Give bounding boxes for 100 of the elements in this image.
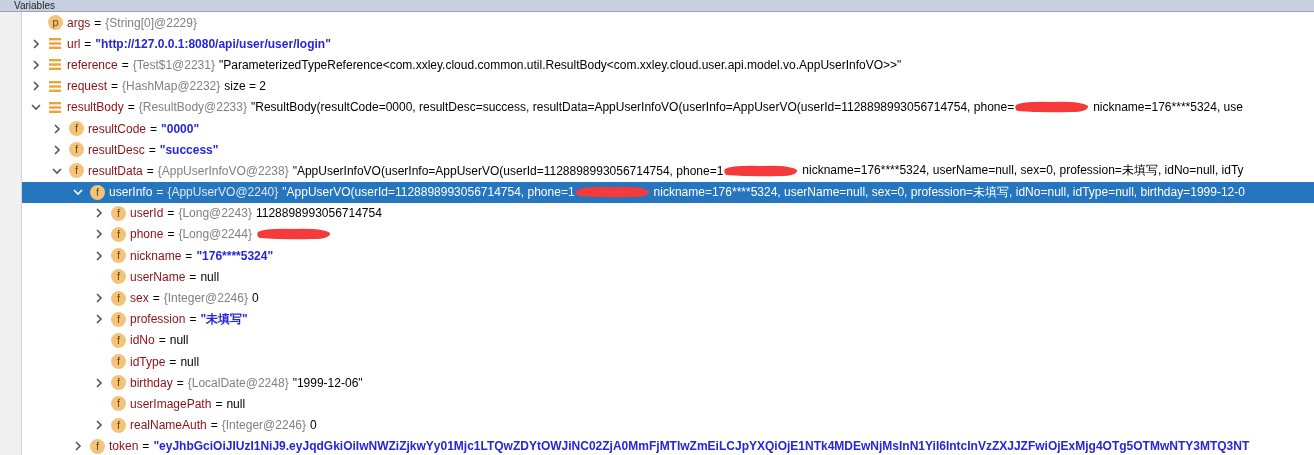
variable-value: "0000" [161, 121, 200, 136]
field-badge-icon: f [90, 438, 105, 454]
variable-row[interactable]: f userInfo = {AppUserVO@2240} "AppUserVO(userId=1128898993056714754, phone=1 nickname=176****5324, userName=null, sex=0, profession=未填写, idNo=null, idType=null, birthday=1999-12-0 [22, 181, 1314, 203]
chevron-down-icon[interactable] [73, 187, 83, 198]
variable-type: {Integer@2246} [163, 291, 248, 306]
variable-row[interactable]: f idNo = null [22, 329, 1314, 351]
variable-value: "1999-12-06" [292, 375, 363, 390]
chevron-down-icon[interactable] [31, 102, 41, 113]
equals-sign: = [176, 375, 184, 390]
variable-name: sex [130, 291, 149, 306]
chevron-right-icon[interactable] [94, 293, 104, 304]
variable-type: {Long@2244} [178, 227, 252, 242]
variable-value: nickname=176****5324, userName=null, sex=0, profession=未填写, idNo=null, idTy [802, 162, 1244, 180]
variable-row[interactable]: request = {HashMap@2232} size = 2 [22, 75, 1314, 97]
field-badge-icon: f [111, 354, 126, 370]
lines-icon [48, 37, 62, 51]
variable-value: "eyJhbGciOiJIUzI1NiJ9.eyJqdGkiOiIwNWZiZjkwYy01Mjc1LTQwZDYtOWJiNC02ZjA0MmFjMTIwZmEiLCJpYXQiOjE1NTk4MDEwNjMsInN1YiI6IntcInVzZXJJZFwiOjExMjg4OTg5OTMwNTY3MTQ3NT [153, 439, 1250, 454]
equals-sign: = [148, 142, 156, 157]
field-badge-icon: f [111, 226, 126, 242]
chevron-down-icon[interactable] [52, 165, 62, 176]
variable-name: token [109, 439, 139, 454]
variable-name: request [67, 79, 108, 94]
chevron-right-icon[interactable] [94, 314, 104, 325]
chevron-right-icon[interactable] [52, 123, 62, 134]
equals-sign: = [111, 79, 119, 94]
equals-sign: = [210, 418, 218, 433]
chevron-right-icon[interactable] [94, 420, 104, 431]
variable-value: "success" [159, 142, 219, 157]
field-badge-icon: f [111, 311, 126, 327]
variable-name: resultBody [67, 100, 124, 115]
lines-icon [48, 100, 62, 114]
equals-sign: = [215, 396, 223, 411]
variable-row[interactable]: f idType = null [22, 351, 1314, 373]
chevron-right-icon[interactable] [94, 229, 104, 240]
variable-value: null [180, 354, 200, 369]
variable-value: "176****5324" [196, 248, 274, 263]
variable-type: {Test$1@2231} [132, 57, 215, 72]
variable-name: realNameAuth [130, 418, 207, 433]
variable-name: resultDesc [88, 142, 145, 157]
equals-sign: = [152, 291, 160, 306]
variable-row[interactable]: f resultCode = "0000" [22, 117, 1314, 140]
field-badge-icon: f [69, 163, 84, 179]
variable-row[interactable]: p args = {String[0]@2229} [22, 12, 1314, 34]
variable-row[interactable]: f profession = "未填写" [22, 308, 1314, 330]
equals-sign: = [121, 57, 129, 72]
equals-sign: = [84, 36, 92, 51]
field-badge-icon: f [90, 184, 105, 200]
variable-name: resultCode [88, 121, 147, 136]
variable-type: {Integer@2246} [221, 418, 306, 433]
variable-name: userId [130, 206, 164, 221]
variable-name: profession [130, 312, 186, 327]
variable-row[interactable]: f resultData = {AppUserInfoVO@2238} "AppUserInfoVO(userInfo=AppUserVO(userId=1128898993056714754, phone=1 nickname=176****5324, userName=null, sex=0, profession=未填写, idNo=null, idTy [22, 160, 1314, 182]
variable-row[interactable]: f nickname = "176****5324" [22, 245, 1314, 267]
variable-row[interactable]: f userName = null [22, 266, 1314, 288]
variable-row[interactable]: reference = {Test$1@2231} "ParameterizedTypeReference<com.xxley.cloud.common.util.ResultBody<com.xxley.cloud.user.api.model.vo.AppUserInfoVO>>" [22, 54, 1314, 76]
equals-sign: = [127, 100, 135, 115]
field-badge-icon: f [111, 332, 126, 348]
variable-value: 1128898993056714754 [255, 206, 382, 221]
variable-value: size = 2 [224, 79, 266, 94]
chevron-right-icon[interactable] [52, 144, 62, 155]
chevron-right-icon[interactable] [31, 81, 41, 92]
field-badge-icon: f [111, 290, 126, 306]
chevron-right-icon[interactable] [31, 38, 41, 49]
variable-row[interactable]: f userId = {Long@2243} 1128898993056714754 [22, 202, 1314, 224]
chevron-right-icon[interactable] [94, 208, 104, 219]
equals-sign: = [167, 227, 175, 242]
variable-name: resultData [88, 163, 143, 178]
variable-row[interactable]: resultBody = {ResultBody@2233} "ResultBody(resultCode=0000, resultDesc=success, resultData=AppUserInfoVO(userInfo=AppUserVO(userId=1128898993056714754, phone= nickname=176****5324, use [22, 96, 1314, 118]
field-badge-icon: p [48, 15, 63, 31]
variable-value: 0 [251, 291, 259, 306]
variable-value: null [169, 333, 189, 348]
variable-row[interactable]: f resultDesc = "success" [22, 139, 1314, 161]
chevron-right-icon[interactable] [94, 377, 104, 388]
variable-row[interactable]: url = "http://127.0.0.1:8080/api/user/user/login" [22, 33, 1314, 55]
variable-row[interactable]: f userImagePath = null [22, 393, 1314, 415]
field-badge-icon: f [111, 396, 126, 412]
equals-sign: = [189, 269, 197, 284]
variable-name: userName [130, 269, 186, 284]
field-badge-icon: f [111, 248, 126, 264]
variable-name: reference [67, 57, 118, 72]
chevron-right-icon[interactable] [94, 250, 104, 261]
variable-row[interactable]: f birthday = {LocalDate@2248} "1999-12-06" [22, 372, 1314, 394]
variable-name: birthday [130, 375, 173, 390]
variable-value: "http://127.0.0.1:8080/api/user/user/login" [95, 36, 331, 51]
variable-value: nickname=176****5324, use [1093, 100, 1243, 115]
variable-row[interactable]: f token = "eyJhbGciOiJIUzI1NiJ9.eyJqdGkiOiIwNWZiZjkwYy01Mjc1LTQwZDYtOWJiNC02ZjA0MmFjMTIwZmEiLCJpYXQiOjE1NTk4MDEwNjMsInN1YiI6IntcInVzZXJJZFwiOjExMjg4OTg5OTMwNTY3MTQ3NT [22, 435, 1314, 455]
lines-icon [48, 58, 62, 72]
variable-value: "ParameterizedTypeReference<com.xxley.cloud.common.util.ResultBody<com.xxley.cloud.user.api.model.vo.AppUserInfoVO>>" [218, 57, 902, 72]
variable-row[interactable]: f phone = {Long@2244} [22, 223, 1314, 246]
variable-row[interactable]: f sex = {Integer@2246} 0 [22, 287, 1314, 309]
variable-name: nickname [130, 248, 182, 263]
variable-type: {AppUserInfoVO@2238} [157, 163, 289, 178]
variable-value: "未填写" [200, 310, 248, 328]
chevron-right-icon[interactable] [73, 441, 83, 452]
chevron-right-icon[interactable] [31, 59, 41, 70]
variable-row[interactable]: f realNameAuth = {Integer@2246} 0 [22, 414, 1314, 436]
equals-sign: = [146, 163, 154, 178]
variable-name: idNo [130, 333, 155, 348]
equals-sign: = [94, 15, 102, 30]
variable-name: phone [130, 227, 164, 242]
